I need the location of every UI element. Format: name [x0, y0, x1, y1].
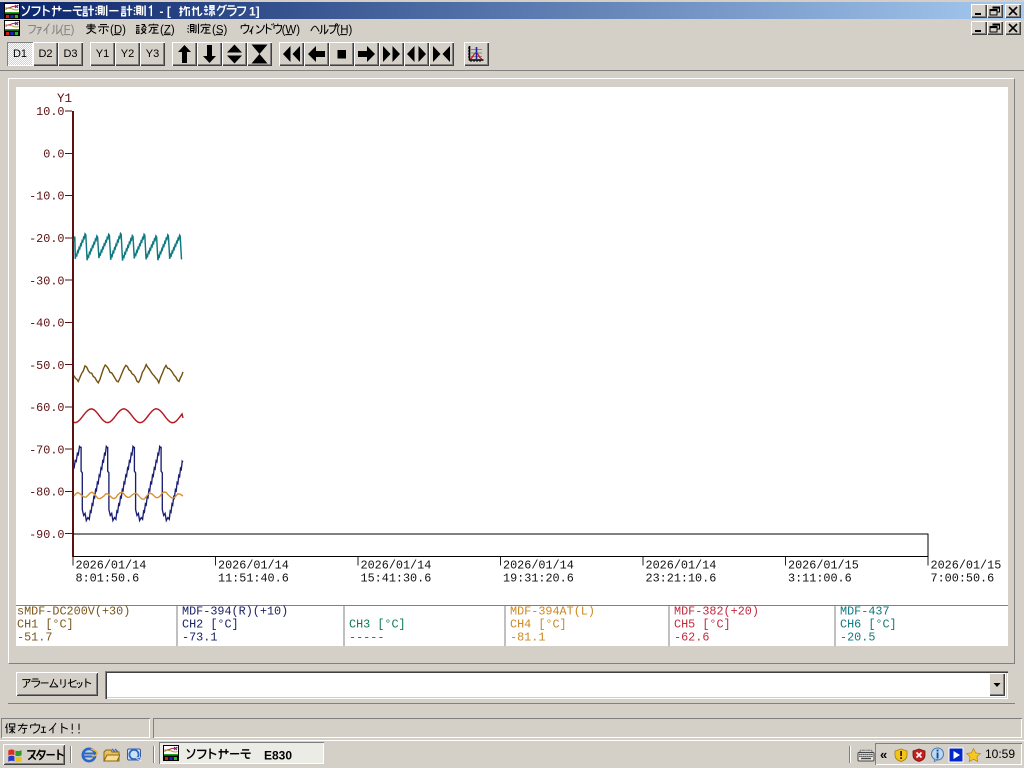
svg-text:2026/01/14: 2026/01/14: [76, 559, 147, 573]
svg-text:10.0: 10.0: [36, 105, 64, 119]
svg-text:2026/01/14: 2026/01/14: [503, 559, 574, 573]
svg-text:-51.7: -51.7: [17, 631, 52, 645]
svg-text:E830: E830: [264, 748, 292, 762]
svg-text:23:21:10.6: 23:21:10.6: [646, 572, 717, 586]
svg-text:-73.1: -73.1: [182, 631, 217, 645]
svg-text:MDF-382(+20): MDF-382(+20): [674, 605, 759, 619]
svg-text:-40.0: -40.0: [29, 317, 64, 331]
svg-text:CH1 [°C]: CH1 [°C]: [17, 618, 74, 632]
svg-text:CH3 [°C]: CH3 [°C]: [349, 618, 406, 632]
svg-text:-50.0: -50.0: [29, 359, 64, 373]
svg-text:CH5 [°C]: CH5 [°C]: [674, 618, 731, 632]
svg-text:MDF-394(R)(+10): MDF-394(R)(+10): [182, 605, 288, 619]
svg-text:-62.6: -62.6: [674, 631, 709, 645]
svg-text:- [: - [: [160, 5, 171, 19]
svg-text:19:31:20.6: 19:31:20.6: [503, 572, 574, 586]
svg-text:MDF-437: MDF-437: [840, 605, 890, 619]
svg-text:-10.0: -10.0: [29, 190, 64, 204]
svg-text:2026/01/15: 2026/01/15: [931, 559, 1002, 573]
svg-text:-60.0: -60.0: [29, 401, 64, 415]
svg-text:1]: 1]: [249, 5, 260, 19]
svg-text:2026/01/15: 2026/01/15: [788, 559, 859, 573]
svg-text:8:01:50.6: 8:01:50.6: [76, 572, 140, 586]
svg-text:-20.5: -20.5: [840, 631, 875, 645]
svg-text:11:51:40.6: 11:51:40.6: [218, 572, 289, 586]
svg-text:-30.0: -30.0: [29, 274, 64, 288]
svg-text:15:41:30.6: 15:41:30.6: [361, 572, 432, 586]
svg-text:-20.0: -20.0: [29, 232, 64, 246]
svg-text:CH6 [°C]: CH6 [°C]: [840, 618, 897, 632]
svg-text:2026/01/14: 2026/01/14: [218, 559, 289, 573]
svg-text:-81.1: -81.1: [510, 631, 545, 645]
svg-text:CH2 [°C]: CH2 [°C]: [182, 618, 239, 632]
svg-text:-80.0: -80.0: [29, 486, 64, 500]
svg-text:MDF-394AT(L): MDF-394AT(L): [510, 605, 595, 619]
svg-text:7:00:50.6: 7:00:50.6: [931, 572, 995, 586]
svg-text:2026/01/14: 2026/01/14: [361, 559, 432, 573]
svg-text:2026/01/14: 2026/01/14: [646, 559, 717, 573]
svg-text:-----: -----: [349, 631, 384, 645]
svg-text:-90.0: -90.0: [29, 528, 64, 542]
svg-text:-70.0: -70.0: [29, 443, 64, 457]
svg-text:0.0: 0.0: [43, 148, 64, 162]
svg-text:Y1: Y1: [57, 92, 72, 106]
svg-text:3:11:00.6: 3:11:00.6: [788, 572, 852, 586]
svg-text:CH4 [°C]: CH4 [°C]: [510, 618, 567, 632]
svg-text:sMDF-DC200V(+30): sMDF-DC200V(+30): [17, 605, 130, 619]
